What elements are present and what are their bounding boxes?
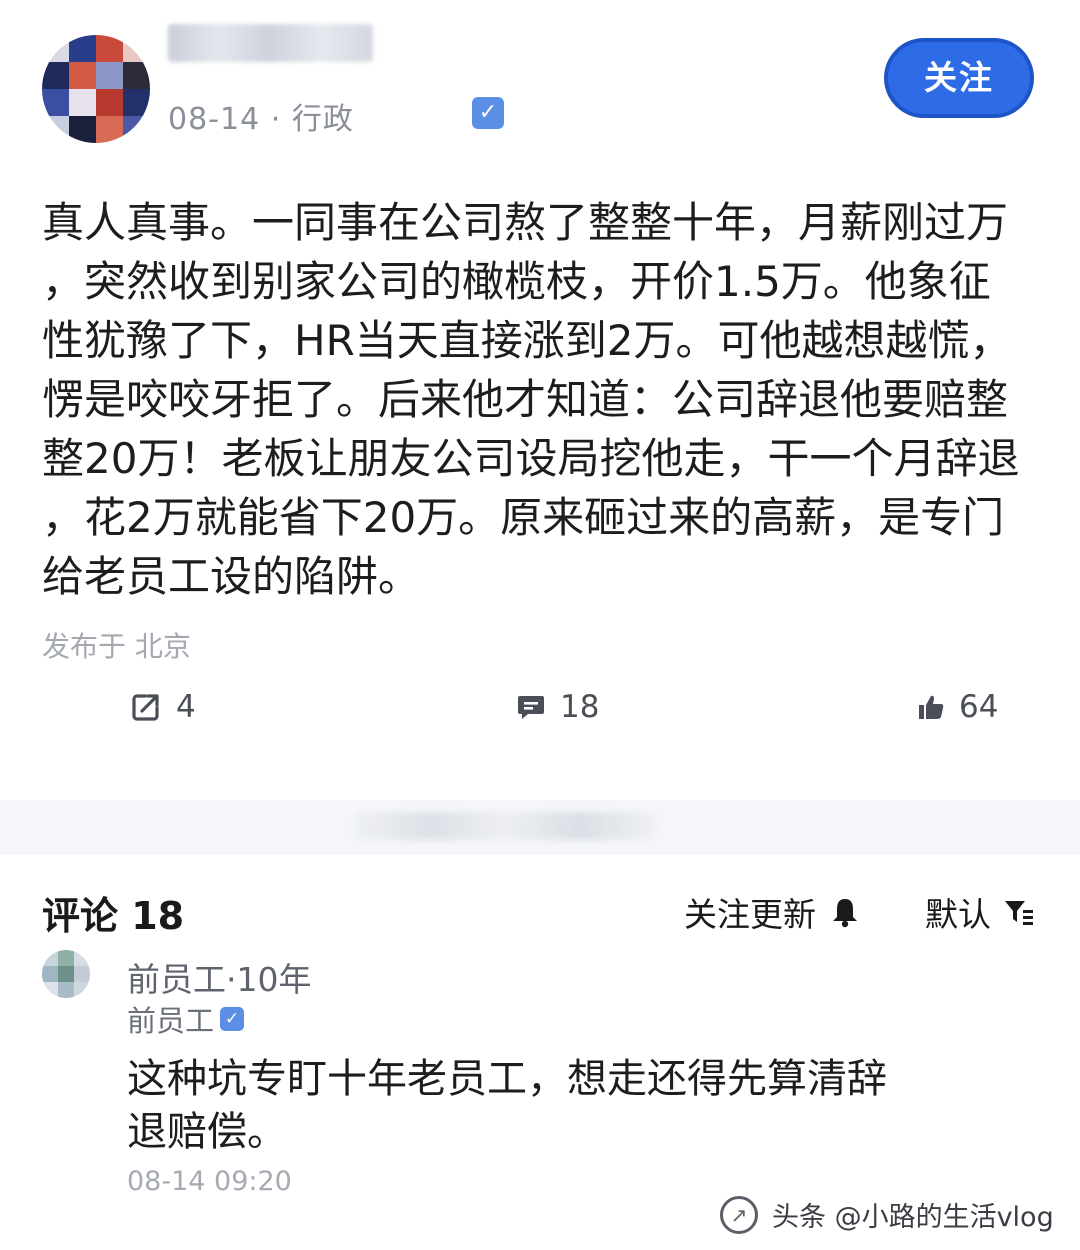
- share-count: 4: [176, 689, 196, 725]
- post-body-line: ，花2万就能省下20万。原来砸过来的高薪，是专门: [42, 493, 1005, 542]
- follow-button[interactable]: 关注: [884, 38, 1034, 118]
- share-icon: [132, 694, 159, 721]
- post-body-line: ，突然收到别家公司的橄榄枝，开价1.5万。他象征: [42, 257, 991, 306]
- watermark: ↗ 头条 @小路的生活vlog: [720, 1195, 1054, 1234]
- commenter-badge-label: 前员工: [127, 1004, 215, 1038]
- post-date: 08-14: [168, 102, 261, 137]
- thumbs-up-icon: [919, 695, 944, 719]
- comment-count: 18: [560, 689, 600, 725]
- watermark-text: 头条 @小路的生活vlog: [772, 1202, 1054, 1233]
- like-button[interactable]: 64: [917, 685, 998, 729]
- commenter-name[interactable]: 前员工·10年: [127, 953, 311, 1001]
- post-meta: 08-14 · 行政: [168, 94, 354, 138]
- check-badge-icon: ✓: [472, 97, 504, 129]
- like-count: 64: [959, 689, 999, 725]
- comment-text-line: 退赔偿。: [127, 1109, 287, 1155]
- comment-text-line: 这种坑专盯十年老员工，想走还得先算清辞: [127, 1056, 887, 1102]
- comment-button[interactable]: 18: [516, 685, 599, 729]
- comment-time: 08-14 09:20: [127, 1166, 292, 1197]
- filter-icon: [1005, 901, 1033, 925]
- check-badge-icon: ✓: [220, 1007, 245, 1031]
- author-avatar[interactable]: [42, 35, 150, 143]
- post-location: 发布于 北京: [42, 630, 191, 663]
- commenter-avatar[interactable]: [42, 950, 90, 998]
- sort-label: 默认: [925, 895, 991, 934]
- post-body-line: 真人真事。一同事在公司熬了整整十年，月薪刚过万: [42, 198, 1009, 247]
- follow-updates-label: 关注更新: [684, 895, 816, 934]
- meta-separator: ·: [270, 102, 282, 137]
- post-body-line: 整20万！老板让朋友公司设局挖他走，干一个月辞退: [42, 434, 1020, 483]
- author-name-blurred[interactable]: [168, 24, 373, 62]
- share-icon: ↗: [720, 1195, 758, 1234]
- post-category: 行政: [291, 102, 354, 137]
- follow-updates-button[interactable]: 关注更新: [684, 888, 860, 936]
- post-body-line: 愣是咬咬牙拒了。后来他才知道：公司辞退他要赔整: [42, 375, 1009, 424]
- commenter-badge: 前员工 ✓: [127, 998, 245, 1040]
- comment-text: 这种坑专盯十年老员工，想走还得先算清辞 退赔偿。: [127, 1053, 1007, 1159]
- post-body-line: 性犹豫了下，HR当天直接涨到2万。可他越想越慌，: [42, 316, 1012, 365]
- sort-button[interactable]: 默认: [925, 888, 1035, 936]
- share-button[interactable]: 4: [130, 685, 196, 729]
- comment-icon: [518, 696, 544, 719]
- comments-title: 评论 18: [42, 894, 185, 938]
- post-body-line: 给老员工设的陷阱。: [42, 552, 421, 601]
- post-body: 真人真事。一同事在公司熬了整整十年，月薪刚过万 ，突然收到别家公司的橄榄枝，开价…: [42, 193, 1078, 606]
- bell-icon: [833, 899, 857, 928]
- divider-blurred-mark: [355, 812, 655, 840]
